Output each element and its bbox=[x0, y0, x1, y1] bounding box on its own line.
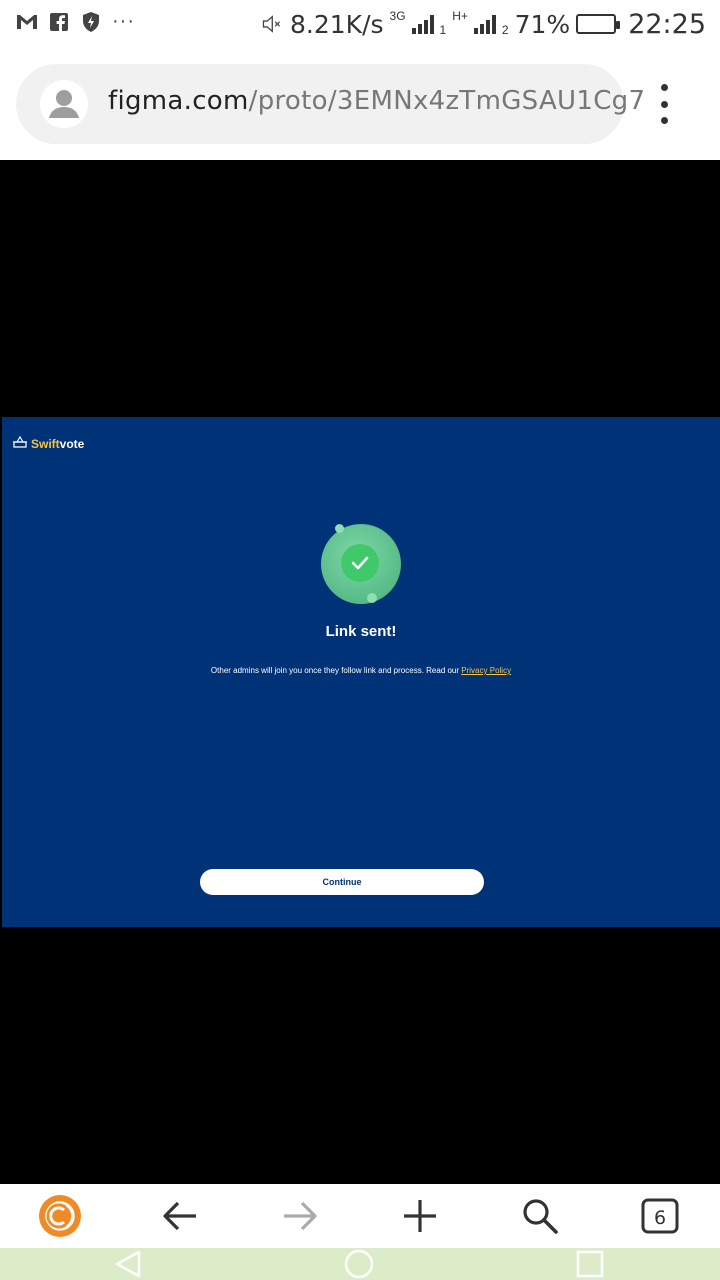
nav-recents-square-icon[interactable] bbox=[570, 1248, 610, 1280]
swiftvote-logo: Swiftvote bbox=[12, 435, 84, 453]
sim2-index: 2 bbox=[501, 23, 509, 37]
battery-percent: 71% bbox=[514, 9, 571, 39]
more-notifications-indicator: ··· bbox=[112, 10, 135, 32]
checkmark-icon bbox=[341, 544, 379, 582]
decorative-dot bbox=[367, 593, 377, 603]
success-check-badge bbox=[321, 524, 401, 604]
shield-bolt-icon bbox=[80, 11, 102, 33]
prototype-frame: Swiftvote Link sent! Other admins will j… bbox=[2, 417, 720, 927]
logo-text: Swiftvote bbox=[31, 437, 84, 451]
signal-strength-icon-sim2 bbox=[473, 14, 496, 34]
clock: 22:25 bbox=[628, 8, 706, 40]
logo-prefix: Swift bbox=[31, 437, 60, 451]
sim1-index: 1 bbox=[439, 23, 447, 37]
browser-menu-icon[interactable] bbox=[652, 84, 676, 124]
nav-home-circle-icon[interactable] bbox=[339, 1248, 379, 1280]
continue-button[interactable]: Continue bbox=[200, 869, 484, 895]
browser-address-bar: figma.com/proto/3EMNx4zTmGSAU1Cg7 bbox=[0, 48, 720, 160]
back-arrow-icon[interactable] bbox=[156, 1192, 204, 1240]
battery-icon bbox=[576, 14, 621, 34]
system-navigation-bar bbox=[0, 1248, 720, 1280]
url-text[interactable]: figma.com/proto/3EMNx4zTmGSAU1Cg7 bbox=[108, 86, 645, 116]
info-text: Other admins will join you once they fol… bbox=[210, 666, 460, 675]
sim2-type: H+ bbox=[452, 9, 468, 23]
tab-count: 6 bbox=[654, 1207, 666, 1229]
sim1-type: 3G bbox=[389, 9, 406, 23]
forward-arrow-icon[interactable] bbox=[276, 1192, 324, 1240]
privacy-policy-link[interactable]: Privacy Policy bbox=[461, 666, 511, 675]
facebook-icon bbox=[48, 11, 70, 33]
mute-icon bbox=[262, 13, 284, 35]
url-domain: figma.com bbox=[108, 86, 249, 116]
status-bar: ··· 8.21K/s 3G 1 H+ 2 71% 22:25 bbox=[0, 0, 720, 48]
profile-avatar-icon[interactable] bbox=[40, 80, 88, 128]
nav-back-triangle-icon[interactable] bbox=[108, 1248, 148, 1280]
ballot-box-icon bbox=[12, 435, 28, 453]
decorative-dot bbox=[335, 524, 344, 533]
logo-suffix: vote bbox=[59, 437, 85, 451]
gmail-icon bbox=[16, 11, 38, 33]
url-path: /proto/3EMNx4zTmGSAU1Cg7 bbox=[248, 86, 646, 116]
network-speed: 8.21K/s bbox=[290, 9, 384, 39]
signal-strength-icon-sim1 bbox=[411, 14, 434, 34]
browser-logo-icon[interactable] bbox=[36, 1192, 84, 1240]
url-field[interactable]: figma.com/proto/3EMNx4zTmGSAU1Cg7 bbox=[16, 64, 645, 144]
info-message: Other admins will join you once they fol… bbox=[2, 666, 720, 675]
tabs-icon[interactable]: 6 bbox=[636, 1192, 684, 1240]
new-tab-plus-icon[interactable] bbox=[396, 1192, 444, 1240]
page-title: Link sent! bbox=[325, 623, 397, 640]
search-icon[interactable] bbox=[516, 1192, 564, 1240]
browser-toolbar: 6 bbox=[0, 1184, 720, 1248]
